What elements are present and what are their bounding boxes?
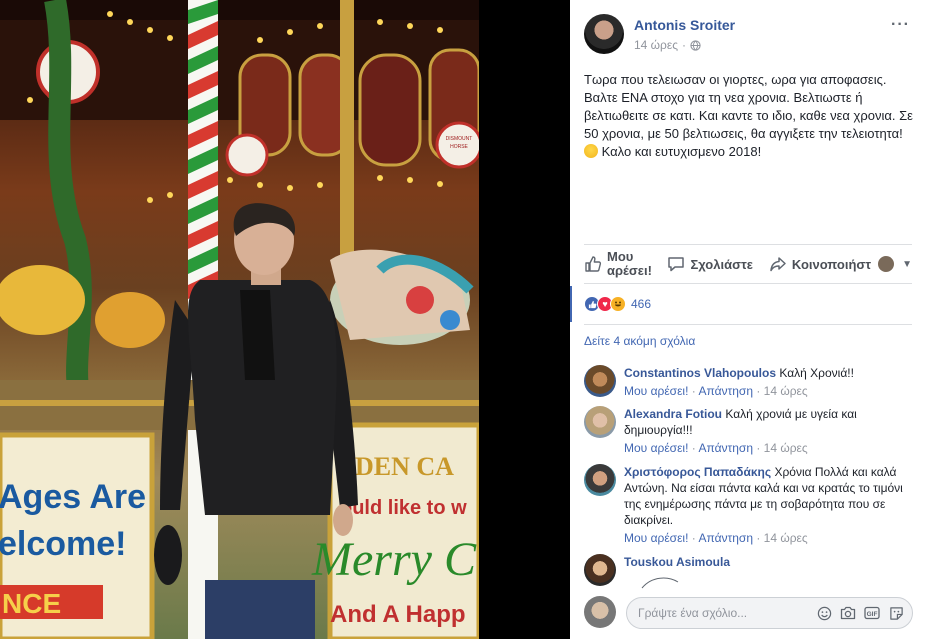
comment-body: Constantinos Vlahopoulos Καλή Χρονιά!! Μ… (624, 365, 912, 399)
comment-meta: Μου αρέσει! · Απάντηση · 14 ώρες (624, 531, 808, 545)
dismount-sign-text: DISMOUNT (446, 136, 473, 142)
reaction-count[interactable]: 466 (631, 297, 651, 311)
comment-time[interactable]: 14 ώρες (764, 531, 808, 545)
post-text: Τωρα που τελειωσαν οι γιορτες, ωρα για α… (584, 71, 914, 161)
sign-ages-are: Ages Are (0, 478, 146, 516)
like-button[interactable]: Μου αρέσει! (584, 250, 665, 278)
post-photo[interactable]: DISMOUNT HORSE Ages Are elcome! NCE DEN … (0, 0, 479, 639)
sign-welcome: elcome! (0, 525, 127, 563)
comment-input[interactable] (638, 606, 816, 620)
comment-author[interactable]: Touskou Asimoula (624, 555, 730, 569)
comment-author[interactable]: Χριστόφορος Παπαδάκης (624, 465, 771, 479)
camera-icon[interactable] (840, 605, 856, 621)
thumbs-up-icon (585, 256, 602, 272)
comment-like-link[interactable]: Μου αρέσει! (624, 441, 688, 455)
photo-viewer: DISMOUNT HORSE Ages Are elcome! NCE DEN … (0, 0, 570, 639)
comment-author[interactable]: Constantinos Vlahopoulos (624, 366, 776, 380)
loading-arc (641, 577, 679, 589)
post-panel: Antonis Sroiter 14 ώρες · ··· Τωρα που τ… (570, 0, 926, 639)
post-action-bar: Μου αρέσει! Σχολιάστε Κοινοποιήστ ▼ (584, 244, 912, 284)
post-author-name[interactable]: Antonis Sroiter (634, 17, 735, 33)
svg-text:HORSE: HORSE (450, 144, 468, 150)
commenter-avatar[interactable] (584, 554, 616, 586)
sign-and-a-happy: And A Happ (330, 601, 466, 628)
gif-icon[interactable]: GIF (864, 605, 880, 621)
sign-nce: NCE (2, 588, 61, 619)
comment-time[interactable]: 14 ώρες (764, 384, 808, 398)
post-meta: 14 ώρες · (634, 38, 701, 52)
share-label: Κοινοποιήστ (791, 256, 872, 272)
svg-text:GIF: GIF (867, 611, 878, 618)
comment-button[interactable]: Σχολιάστε (667, 255, 768, 273)
carousel-scene: DISMOUNT HORSE Ages Are elcome! NCE DEN … (0, 0, 479, 639)
comment-text: Καλή Χρονιά!! (779, 366, 854, 380)
smiley-icon[interactable] (816, 605, 832, 621)
comment-body: Alexandra Fotiou Καλή χρονιά με υγεία κα… (624, 406, 912, 456)
comment-reply-link[interactable]: Απάντηση (698, 441, 753, 455)
share-button[interactable]: Κοινοποιήστ ▼ (769, 255, 912, 273)
share-audience-avatar[interactable] (878, 256, 895, 272)
comment-meta: Μου αρέσει! · Απάντηση · 14 ώρες (624, 441, 808, 455)
composer-icons: GIF (816, 605, 904, 621)
comment-reply-link[interactable]: Απάντηση (698, 384, 753, 398)
share-arrow-icon (770, 257, 786, 272)
chevron-down-icon[interactable]: ▼ (902, 259, 912, 270)
comment-author[interactable]: Alexandra Fotiou (624, 407, 722, 421)
post-timestamp[interactable]: 14 ώρες (634, 38, 678, 52)
divider (584, 324, 912, 325)
sign-would-like: ould like to w (340, 497, 467, 519)
comment-input-box[interactable]: GIF (626, 597, 913, 629)
sticker-icon[interactable] (888, 605, 904, 621)
post-text-body: Τωρα που τελειωσαν οι γιορτες, ωρα για α… (584, 72, 913, 141)
comment-like-link[interactable]: Μου αρέσει! (624, 531, 688, 545)
haha-reaction-icon (610, 296, 626, 312)
comment-composer: GIF (584, 596, 914, 630)
comment-time[interactable]: 14 ώρες (764, 441, 808, 455)
comment-body: Χριστόφορος Παπαδάκης Χρόνια Πολλά και κ… (624, 464, 912, 546)
more-options-icon[interactable]: ··· (891, 16, 910, 34)
commenter-avatar[interactable] (584, 464, 616, 496)
view-more-comments-link[interactable]: Δείτε 4 ακόμη σχόλια (584, 334, 695, 348)
reactions-highlight-bar (570, 286, 572, 322)
sign-garden: DEN CA (355, 452, 454, 481)
post-text-ending: Καλο και ευτυχισμενο 2018! (598, 144, 762, 159)
sign-merry: Merry C (311, 533, 477, 586)
speech-bubble-icon (668, 257, 685, 272)
smile-emoji-icon (584, 144, 598, 158)
current-user-avatar[interactable] (584, 596, 616, 628)
like-label: Μου αρέσει! (607, 249, 652, 278)
comment-body: Touskou Asimoula (624, 554, 912, 594)
commenter-avatar[interactable] (584, 406, 616, 438)
globe-icon[interactable] (690, 39, 701, 51)
comment-reply-link[interactable]: Απάντηση (698, 531, 753, 545)
comment-like-link[interactable]: Μου αρέσει! (624, 384, 688, 398)
comment-meta: Μου αρέσει! · Απάντηση · 14 ώρες (624, 384, 808, 398)
commenter-avatar[interactable] (584, 365, 616, 397)
comment-label: Σχολιάστε (690, 256, 753, 272)
reactions-summary[interactable]: ♥ 466 (584, 294, 651, 314)
author-avatar[interactable] (584, 14, 624, 54)
